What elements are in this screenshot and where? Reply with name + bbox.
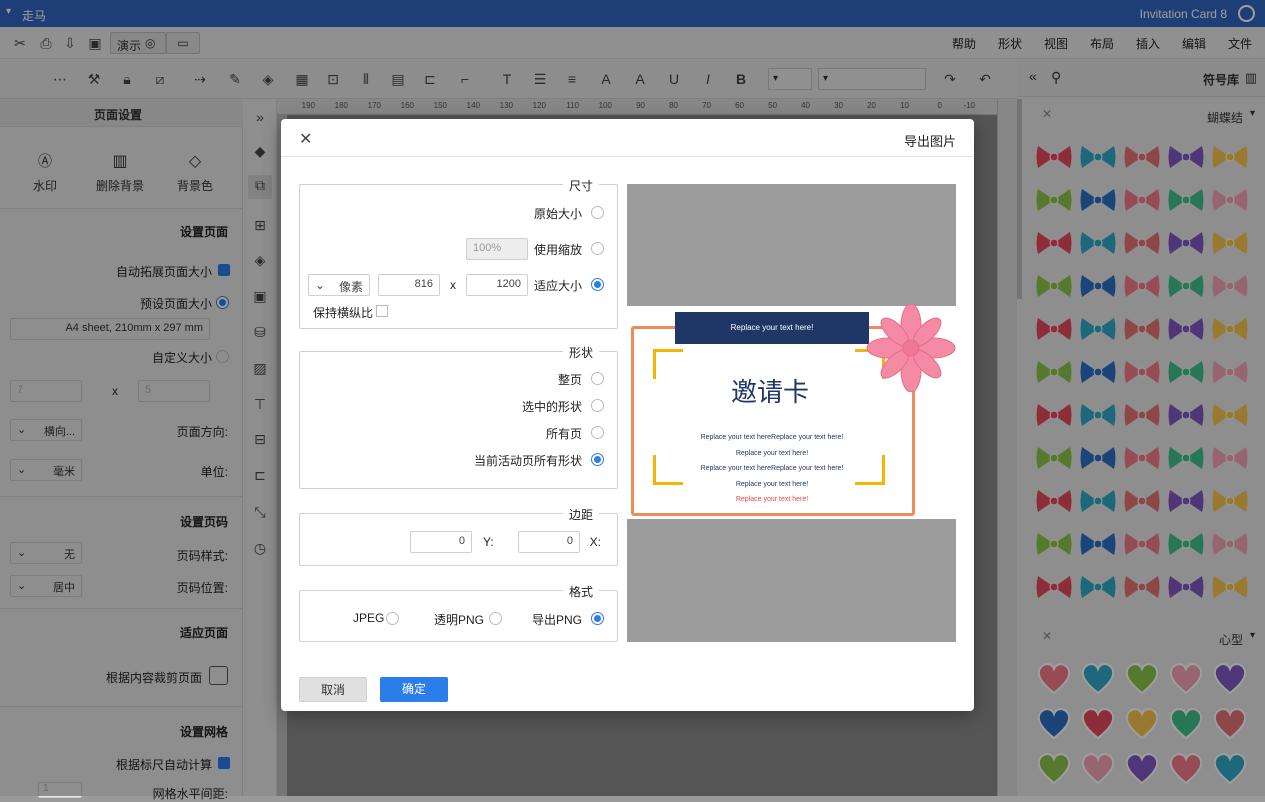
transparent-png-label: 透明PNG bbox=[434, 613, 485, 627]
png-label: 导出PNG bbox=[531, 613, 582, 627]
card-line: Replace your text here! bbox=[735, 449, 809, 457]
shape-legend: 形状 bbox=[562, 344, 599, 361]
preview-card: Replace your text here! 邀请卡 Replace your… bbox=[627, 304, 956, 519]
cancel-button[interactable]: 取消 bbox=[299, 677, 367, 702]
shape-fieldset: 形状 整页 选中的形状 所有页 当前活动页所有形状 bbox=[299, 344, 618, 489]
unit-select[interactable]: ⌄ 像素 bbox=[308, 274, 370, 296]
card-body: Replace your text hereReplace your text … bbox=[677, 430, 867, 508]
size-x-label: x bbox=[450, 278, 456, 292]
format-legend: 格式 bbox=[562, 583, 599, 600]
margin-y-label: Y: bbox=[483, 535, 494, 549]
png-radio[interactable] bbox=[591, 612, 604, 625]
margin-legend: 边距 bbox=[562, 506, 599, 523]
margin-fieldset: 边距 X: 0 Y: 0 bbox=[299, 506, 618, 566]
dialog-title: 导出图片 bbox=[903, 134, 956, 149]
jpeg-label: JPEG bbox=[353, 611, 385, 625]
all-pages-radio[interactable] bbox=[591, 426, 604, 439]
divider bbox=[281, 156, 974, 157]
transparent-png-radio[interactable] bbox=[489, 612, 502, 625]
width-value: 1200 bbox=[496, 278, 521, 290]
card-line: Replace your text hereReplace your text … bbox=[700, 434, 844, 441]
margin-x-value: 0 bbox=[566, 535, 573, 547]
margin-y-input[interactable]: 0 bbox=[410, 531, 472, 553]
bracket-top-left bbox=[653, 349, 683, 379]
height-input[interactable]: 816 bbox=[378, 274, 440, 296]
fit-size-radio[interactable] bbox=[591, 278, 604, 291]
current-page-label: 当前活动页所有形状 bbox=[473, 454, 582, 468]
jpeg-radio[interactable] bbox=[386, 612, 399, 625]
keep-ratio-label: 保持横纵比 bbox=[313, 306, 374, 320]
format-fieldset: 格式 导出PNG 透明PNG JPEG bbox=[299, 583, 618, 642]
pink-bow-icon bbox=[866, 304, 956, 392]
original-size-radio[interactable] bbox=[591, 206, 604, 219]
current-page-radio[interactable] bbox=[591, 453, 604, 466]
selected-shapes-label: 选中的形状 bbox=[521, 400, 582, 414]
all-pages-label: 所有页 bbox=[545, 427, 582, 441]
card-banner: Replace your text here! bbox=[675, 312, 869, 344]
use-zoom-label: 使用缩放 bbox=[533, 243, 582, 257]
close-icon[interactable]: ✕ bbox=[299, 129, 312, 149]
size-legend: 尺寸 bbox=[562, 177, 599, 194]
use-zoom-radio[interactable] bbox=[591, 242, 604, 255]
margin-y-value: 0 bbox=[458, 535, 465, 547]
zoom-value: 100% bbox=[473, 242, 502, 254]
original-size-label: 原始大小 bbox=[533, 207, 582, 221]
margin-x-input[interactable]: 0 bbox=[518, 531, 580, 553]
card-line: Replace your text here! bbox=[735, 480, 809, 488]
size-fieldset: 尺寸 原始大小 使用缩放 100% 适应大小 1200 x 816 ⌄ 像素 保… bbox=[299, 177, 618, 329]
selected-shapes-radio[interactable] bbox=[591, 399, 604, 412]
card-heading: 邀请卡 bbox=[730, 378, 809, 408]
fit-size-label: 适应大小 bbox=[533, 279, 582, 293]
export-preview: Replace your text here! 邀请卡 Replace your… bbox=[627, 184, 956, 642]
zoom-input[interactable]: 100% bbox=[466, 238, 528, 260]
card-line: Replace your text hereReplace your text … bbox=[700, 465, 844, 472]
card-line: Replace your text here! bbox=[735, 496, 809, 503]
chevron-down-icon: ⌄ bbox=[315, 278, 326, 292]
unit-value: 像素 bbox=[338, 280, 363, 294]
margin-x-label: X: bbox=[589, 535, 601, 549]
width-input[interactable]: 1200 bbox=[466, 274, 528, 296]
export-image-dialog: 导出图片 ✕ Replace your text here! 邀请卡 Repla… bbox=[281, 119, 974, 711]
ok-button[interactable]: 确定 bbox=[380, 677, 448, 702]
whole-page-radio[interactable] bbox=[591, 372, 604, 385]
banner-text: Replace your text here! bbox=[730, 323, 814, 332]
whole-page-label: 整页 bbox=[557, 373, 582, 387]
height-value: 816 bbox=[414, 278, 433, 290]
keep-ratio-checkbox[interactable] bbox=[376, 305, 388, 317]
